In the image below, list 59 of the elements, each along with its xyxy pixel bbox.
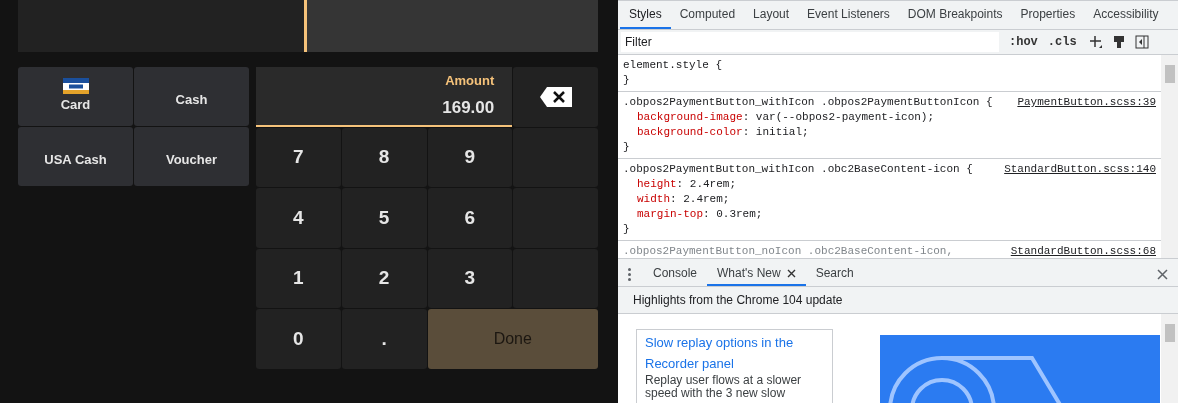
keypad-key[interactable]: 9: [427, 127, 513, 188]
closing-brace: }: [623, 73, 631, 88]
payment-method-button[interactable]: USA Cash: [18, 127, 133, 186]
toolbar-toggle[interactable]: .cls: [1047, 33, 1077, 51]
amount-value: 169.00: [442, 96, 495, 119]
keypad-key[interactable]: 4: [256, 188, 341, 248]
keypad-key[interactable]: .: [341, 309, 427, 369]
backspace-button[interactable]: [513, 67, 598, 127]
scrollbar[interactable]: [1161, 314, 1178, 403]
feature-description: Replay user flows at a slower speed with the 3 new slow: [645, 374, 803, 400]
panel-tab[interactable]: Event Listeners: [798, 1, 899, 29]
keypad-key[interactable]: 0: [256, 309, 341, 369]
keypad-key[interactable]: 3: [427, 248, 513, 309]
filter-field[interactable]: Filter: [621, 32, 999, 52]
css-declaration: width: 2.4rem;: [636, 192, 731, 207]
keypad-key[interactable]: 8: [341, 127, 427, 188]
more-options-icon[interactable]: [628, 268, 631, 281]
keypad-key[interactable]: 2: [341, 248, 427, 309]
payment-method-button[interactable]: Voucher: [134, 127, 249, 186]
feature-link[interactable]: Slow replay options in the Recorder panel: [645, 332, 824, 374]
css-declaration: margin-top: 0.3rem;: [636, 207, 764, 222]
source-link[interactable]: StandardButton.scss:140: [1004, 162, 1156, 177]
keypad-key[interactable]: 6: [427, 188, 513, 248]
panel-tab[interactable]: Accessibility: [1084, 1, 1168, 29]
css-selector: .obpos2PaymentButton_withIcon .obc2BaseContent-icon {: [623, 162, 973, 177]
paint-brush-icon[interactable]: [1112, 35, 1125, 49]
css-declaration: background-image: var(--obpos2-payment-icon);: [636, 110, 936, 125]
amount-label: Amount: [445, 72, 495, 91]
drawer-tab[interactable]: Search: [805, 262, 864, 286]
payment-method-button[interactable]: Card: [18, 67, 133, 126]
css-declaration: background-color: initial;: [636, 125, 810, 140]
source-link[interactable]: PaymentButton.scss:39: [1017, 95, 1156, 110]
amount-field[interactable]: Amount 169.00: [256, 67, 513, 127]
cursor-line: [304, 0, 307, 52]
panel-tab[interactable]: DOM Breakpoints: [898, 1, 1012, 29]
plus-icon[interactable]: [1088, 35, 1103, 49]
payment-method-button[interactable]: Cash: [134, 67, 249, 126]
css-declaration: height: 2.4rem;: [636, 177, 738, 192]
closing-brace: }: [623, 222, 631, 237]
close-icon[interactable]: [786, 268, 796, 278]
drawer-tab[interactable]: Console: [643, 262, 708, 286]
keypad-key[interactable]: 1: [256, 248, 341, 309]
toolbar-toggle[interactable]: :hov: [1009, 33, 1038, 51]
keypad-key[interactable]: 7: [256, 127, 341, 188]
panel-tab[interactable]: Properties: [1011, 1, 1085, 29]
css-selector: element.style {: [623, 58, 723, 73]
highlights-heading: Highlights from the Chrome 104 update: [618, 287, 1178, 314]
scrollbar[interactable]: [1161, 55, 1178, 258]
css-selector: .obpos2PaymentButton_noIcon .obc2BaseContent-icon,: [623, 244, 954, 258]
css-selector: .obpos2PaymentButton_withIcon .obpos2PaymentButtonIcon {: [623, 95, 993, 110]
card-icon: [62, 78, 89, 95]
panel-tab[interactable]: Computed: [670, 1, 745, 29]
keypad-key[interactable]: 5: [341, 188, 427, 248]
closing-brace: }: [623, 140, 631, 155]
source-link[interactable]: StandardButton.scss:68: [1010, 244, 1156, 258]
panel-tab[interactable]: Layout: [744, 1, 799, 29]
close-icon[interactable]: [1157, 269, 1168, 280]
sidebar-toggle-icon[interactable]: [1134, 35, 1149, 49]
backspace-icon: [538, 85, 573, 108]
